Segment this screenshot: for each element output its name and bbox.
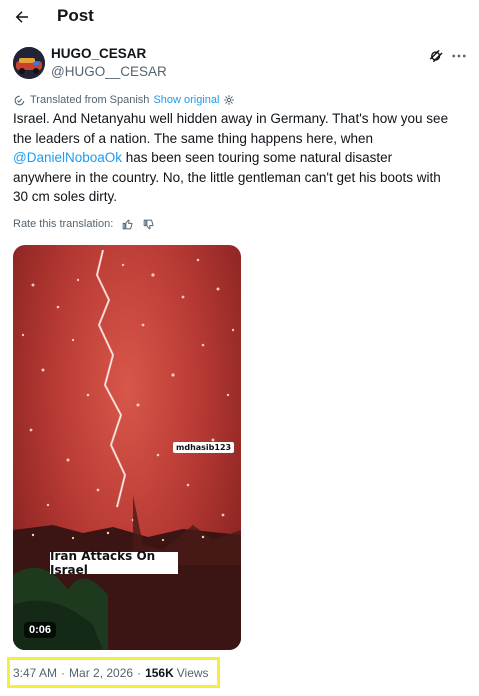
post-text-segment: has been seen touring some natural disas… — [122, 150, 393, 165]
page-title: Post — [57, 6, 94, 25]
post-text-line: anywhere in the country. No, the little … — [13, 169, 441, 185]
post-time-link[interactable]: 3:47 AM — [13, 666, 57, 680]
rate-translation-label: Rate this translation: — [13, 218, 114, 230]
video-watermark: mdhasib123 — [173, 442, 235, 453]
top-bar: Post — [0, 0, 479, 34]
post-text-line: 30 cm soles dirty. — [13, 189, 118, 204]
post-text-line: the leaders of a nation. The same thing … — [13, 130, 373, 146]
separator: · — [61, 666, 66, 680]
grok-icon — [430, 50, 443, 62]
translation-notice: Translated from Spanish Show original — [13, 93, 235, 107]
back-button[interactable] — [10, 5, 34, 29]
views-label: Views — [176, 666, 209, 680]
separator: · — [137, 666, 142, 680]
show-original-link[interactable]: Show original — [153, 94, 219, 106]
post-text-line: Israel. And Netanyahu well hidden away i… — [13, 111, 449, 126]
post-date-link[interactable]: Mar 2, 2026 — [69, 666, 133, 680]
gear-icon[interactable] — [223, 94, 235, 106]
video-thumbnail[interactable]: mdhasib123 Iran Attacks On Israel 0:06 — [13, 245, 241, 650]
views-count: 156K — [145, 666, 174, 680]
translate-icon — [14, 95, 25, 105]
translated-from-label: Translated from Spanish — [30, 94, 150, 106]
author-handle[interactable]: @HUGO__CESAR — [51, 64, 167, 79]
post-text-line: @DanielNoboaOk has been seen touring som… — [13, 148, 468, 168]
arrow-left-icon — [15, 11, 28, 23]
thumbs-down-icon[interactable] — [142, 218, 155, 231]
video-caption: Iran Attacks On Israel — [50, 549, 178, 577]
more-options-button[interactable] — [450, 47, 468, 65]
post-text: Israel. And Netanyahu well hidden away i… — [13, 109, 468, 207]
mention-link[interactable]: @DanielNoboaOk — [13, 150, 122, 165]
more-icon — [452, 54, 466, 58]
rate-translation: Rate this translation: — [13, 217, 155, 231]
post-meta: 3:47 AM · Mar 2, 2026 · 156K Views — [13, 666, 209, 680]
grok-button[interactable] — [427, 47, 445, 65]
avatar[interactable] — [13, 47, 45, 79]
video-duration-badge: 0:06 — [24, 622, 57, 638]
author-display-name[interactable]: HUGO_CESAR — [51, 46, 146, 61]
thumbs-up-icon[interactable] — [121, 218, 134, 231]
